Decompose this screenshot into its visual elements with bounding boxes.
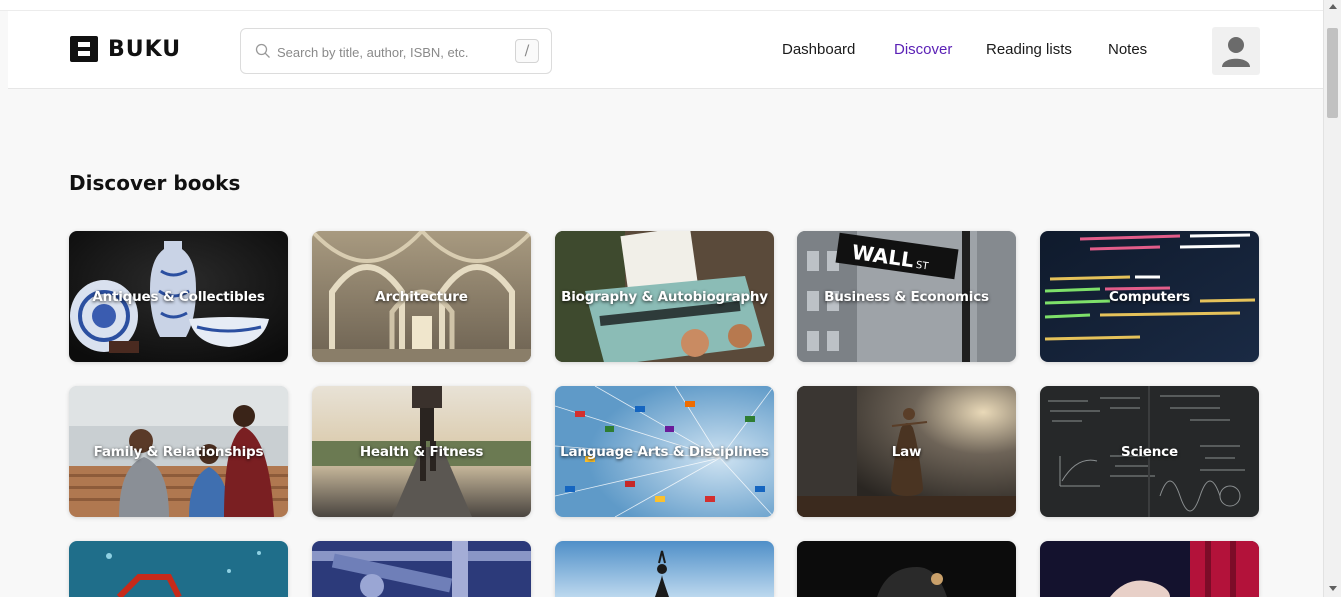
category-card-law[interactable]: Law bbox=[797, 386, 1016, 517]
nav-dashboard[interactable]: Dashboard bbox=[782, 41, 855, 58]
vertical-scrollbar[interactable] bbox=[1323, 0, 1341, 597]
page-title: Discover books bbox=[69, 171, 241, 195]
category-label: Biography & Autobiography bbox=[561, 288, 768, 305]
logo[interactable]: BUKU bbox=[70, 36, 181, 62]
category-label: Computers bbox=[1108, 288, 1191, 305]
category-label: Science bbox=[1121, 443, 1178, 460]
category-card-antiques[interactable]: Antiques & Collectibles bbox=[69, 231, 288, 362]
category-label: Business & Economics bbox=[824, 288, 989, 305]
category-label: Antiques & Collectibles bbox=[92, 288, 265, 305]
user-avatar-icon bbox=[1222, 37, 1250, 67]
svg-text:ST: ST bbox=[915, 260, 930, 273]
category-label: Health & Fitness bbox=[359, 443, 484, 460]
category-card-row3-4[interactable] bbox=[797, 541, 1016, 597]
window-top-strip bbox=[0, 0, 1323, 11]
category-card-row3-3[interactable] bbox=[555, 541, 774, 597]
user-avatar[interactable] bbox=[1212, 27, 1260, 75]
category-card-health[interactable]: Health & Fitness bbox=[312, 386, 531, 517]
yoga-sky-icon bbox=[555, 541, 774, 597]
category-card-row3-2[interactable] bbox=[312, 541, 531, 597]
search-box[interactable]: / bbox=[240, 28, 552, 74]
search-icon bbox=[255, 43, 270, 58]
category-label: Language Arts & Disciplines bbox=[560, 443, 769, 460]
category-card-row3-1[interactable] bbox=[69, 541, 288, 597]
category-card-computers[interactable]: Computers bbox=[1040, 231, 1259, 362]
category-card-biography[interactable]: Biography & Autobiography bbox=[555, 231, 774, 362]
nav-discover[interactable]: Discover bbox=[894, 41, 952, 58]
top-header: BUKU / Dashboard Discover Reading lists … bbox=[8, 11, 1323, 89]
scroll-up-arrow-icon[interactable] bbox=[1329, 4, 1337, 9]
category-card-family[interactable]: Family & Relationships bbox=[69, 386, 288, 517]
scroll-thumb[interactable] bbox=[1327, 28, 1338, 118]
category-label: Family & Relationships bbox=[93, 443, 264, 460]
nav-reading-lists[interactable]: Reading lists bbox=[986, 41, 1072, 58]
category-label: Architecture bbox=[375, 288, 468, 305]
category-label: Law bbox=[891, 443, 922, 460]
search-input[interactable] bbox=[277, 41, 507, 63]
category-card-row3-5[interactable] bbox=[1040, 541, 1259, 597]
category-card-language-arts[interactable]: Language Arts & Disciplines bbox=[555, 386, 774, 517]
dark-hands-icon bbox=[797, 541, 1016, 597]
red-curtain-icon bbox=[1040, 541, 1259, 597]
app-name: BUKU bbox=[108, 36, 182, 62]
nav-notes[interactable]: Notes bbox=[1108, 41, 1147, 58]
search-shortcut-key: / bbox=[515, 39, 539, 63]
underwater-red-icon bbox=[69, 541, 288, 597]
industrial-pipes-icon bbox=[312, 541, 531, 597]
buku-logo-icon bbox=[70, 36, 98, 62]
category-card-science[interactable]: Science bbox=[1040, 386, 1259, 517]
category-card-business[interactable]: WALL ST Business & Economics bbox=[797, 231, 1016, 362]
scroll-down-arrow-icon[interactable] bbox=[1329, 586, 1337, 591]
category-card-architecture[interactable]: Architecture bbox=[312, 231, 531, 362]
